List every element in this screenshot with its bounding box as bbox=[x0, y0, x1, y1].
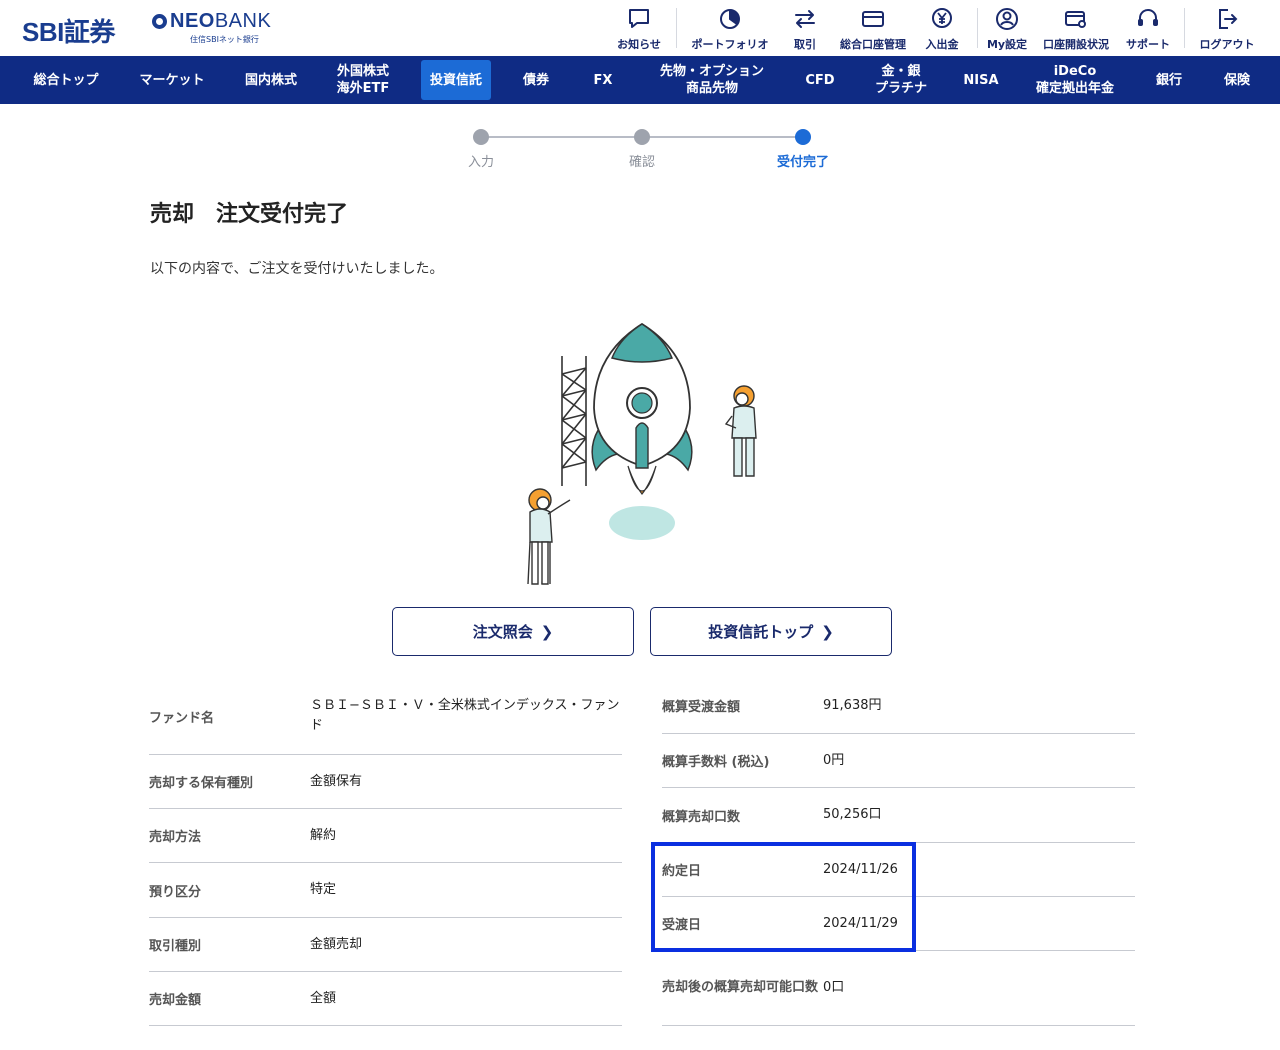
rocket-launch-illustration bbox=[527, 322, 757, 585]
headset-icon bbox=[1138, 9, 1158, 26]
custody-value: 特定 bbox=[310, 882, 337, 897]
detail-label: 概算売却口数 bbox=[662, 809, 741, 825]
detail-label: 預り区分 bbox=[149, 884, 202, 900]
detail-row-fund-name: ファンド名 ＳＢＩ−ＳＢＩ・Ｖ・全米株式インデックス・ファンド bbox=[149, 678, 622, 755]
sell-amount-value: 全額 bbox=[310, 990, 337, 1006]
nav-item-market[interactable]: マーケット bbox=[128, 56, 216, 104]
nav-item-fx[interactable]: FX bbox=[580, 56, 626, 104]
sbi-logo[interactable]: SBI証券 bbox=[22, 12, 115, 49]
site-header: SBI証券 NEO BANK 住信SBIネット銀行 お知らせ ポートフォリオ 取引… bbox=[0, 0, 1280, 56]
detail-row-units: 概算売却口数 50,256口 bbox=[662, 788, 1135, 843]
nav-item-cfd[interactable]: CFD bbox=[796, 56, 844, 104]
swap-arrows-icon bbox=[795, 10, 815, 28]
nav-item-nisa[interactable]: NISA bbox=[955, 56, 1007, 104]
order-details-left: ファンド名 ＳＢＩ−ＳＢＩ・Ｖ・全米株式インデックス・ファンド 売却する保有種別… bbox=[149, 678, 622, 1026]
logout-icon bbox=[1219, 9, 1238, 29]
util-nav-account-status[interactable]: 口座開設状況 bbox=[1038, 6, 1114, 52]
util-nav-settings[interactable]: My設定 bbox=[969, 6, 1045, 52]
nav-item-mutual-funds[interactable]: 投資信託 bbox=[416, 56, 496, 104]
fund-top-button[interactable]: 投資信託トップ ❯ bbox=[650, 607, 892, 656]
card-search-icon bbox=[1065, 11, 1086, 28]
sell-method-value: 解約 bbox=[310, 827, 337, 843]
step-label-confirm: 確認 bbox=[628, 155, 656, 170]
neobank-logo[interactable]: NEO BANK 住信SBIネット銀行 bbox=[152, 10, 271, 46]
date-highlight-box bbox=[651, 842, 916, 952]
detail-row-settlement-amount: 概算受渡金額 91,638円 bbox=[662, 678, 1135, 734]
detail-row-trade-type: 取引種別 金額売却 bbox=[149, 918, 622, 972]
fund-name-value: ＳＢＩ−ＳＢＩ・Ｖ・全米株式インデックス・ファンド bbox=[310, 698, 620, 733]
nav-item-futures[interactable]: 先物・オプション 商品先物 bbox=[645, 56, 779, 104]
remaining-units-value: 0口 bbox=[823, 980, 845, 995]
step-label-complete: 受付完了 bbox=[776, 155, 830, 170]
nav-item-insurance[interactable]: 保険 bbox=[1213, 56, 1261, 104]
detail-row-holding-type: 売却する保有種別 金額保有 bbox=[149, 755, 622, 809]
order-inquiry-button[interactable]: 注文照会 ❯ bbox=[392, 607, 634, 656]
nav-item-bank[interactable]: 銀行 bbox=[1145, 56, 1193, 104]
nav-item-gold[interactable]: 金・銀 プラチナ bbox=[862, 56, 940, 104]
detail-label: ファンド名 bbox=[149, 710, 215, 726]
detail-label: 売却金額 bbox=[149, 993, 202, 1008]
detail-label: 売却方法 bbox=[149, 830, 202, 845]
yen-coin-icon bbox=[932, 8, 952, 28]
chevron-right-icon: ❯ bbox=[821, 622, 834, 641]
chat-bubble-icon bbox=[629, 9, 649, 28]
units-value: 50,256口 bbox=[823, 807, 882, 822]
main-nav: 総合トップ マーケット 国内株式 外国株式 海外ETF 投資信託 債券 FX 先… bbox=[0, 56, 1280, 104]
user-gear-icon bbox=[996, 8, 1018, 30]
util-nav-notifications[interactable]: お知らせ bbox=[601, 6, 677, 52]
detail-row-sell-amount: 売却金額 全額 bbox=[149, 972, 622, 1026]
detail-label: 概算手数料 (税込) bbox=[662, 755, 770, 770]
detail-label: 売却後の概算売却可能口数 bbox=[662, 980, 819, 995]
pie-chart-icon bbox=[720, 9, 740, 29]
detail-row-custody: 預り区分 特定 bbox=[149, 863, 622, 918]
trade-type-value: 金額売却 bbox=[310, 936, 363, 952]
nav-item-ideco[interactable]: iDeCo 確定拠出年金 bbox=[1025, 56, 1125, 104]
detail-label: 取引種別 bbox=[149, 939, 202, 954]
detail-label: 概算受渡金額 bbox=[662, 700, 741, 715]
util-nav-portfolio[interactable]: ポートフォリオ bbox=[692, 6, 769, 52]
nav-item-bonds[interactable]: 債券 bbox=[506, 56, 566, 104]
detail-row-fee: 概算手数料 (税込) 0円 bbox=[662, 734, 1135, 788]
detail-row-remaining-units: 売却後の概算売却可能口数 0口 bbox=[662, 951, 1135, 1026]
page-title: 売却 注文受付完了 bbox=[150, 202, 349, 227]
nav-item-top[interactable]: 総合トップ bbox=[22, 56, 110, 104]
util-nav-support[interactable]: サポート bbox=[1110, 6, 1186, 52]
step-label-input: 入力 bbox=[467, 155, 495, 170]
card-icon bbox=[862, 11, 884, 27]
settlement-amount-value: 91,638円 bbox=[823, 697, 882, 713]
holding-type-value: 金額保有 bbox=[310, 773, 363, 789]
completion-message: 以下の内容で、ご注文を受付けいたしました。 bbox=[150, 261, 444, 277]
nav-item-domestic-stocks[interactable]: 国内株式 bbox=[231, 56, 311, 104]
util-nav-logout[interactable]: ログアウト bbox=[1189, 6, 1265, 52]
detail-label: 売却する保有種別 bbox=[149, 776, 254, 791]
fee-value: 0円 bbox=[823, 752, 845, 768]
step-dot-input bbox=[473, 129, 489, 145]
nav-item-foreign-stocks[interactable]: 外国株式 海外ETF bbox=[323, 56, 403, 104]
detail-row-sell-method: 売却方法 解約 bbox=[149, 809, 622, 863]
step-dot-confirm bbox=[634, 129, 650, 145]
step-dot-complete bbox=[795, 129, 811, 145]
util-nav-account[interactable]: 総合口座管理 bbox=[835, 6, 911, 52]
chevron-right-icon: ❯ bbox=[540, 622, 554, 641]
util-nav-trade[interactable]: 取引 bbox=[767, 6, 843, 52]
